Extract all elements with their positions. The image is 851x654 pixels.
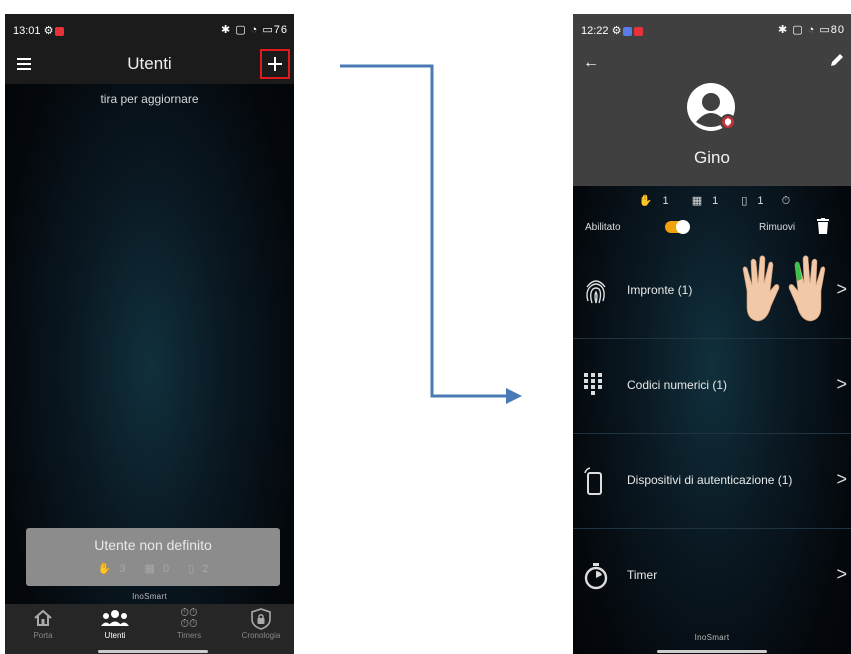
status-bar: 12:22 ⚙ ✱ ▢ ◔ ▭80 <box>573 14 851 46</box>
status-time: 12:22 ⚙ <box>581 24 644 37</box>
keypad-icon <box>583 372 609 400</box>
fingerprint-icon <box>583 277 609 305</box>
app-bar: Utenti <box>5 46 294 84</box>
menu-row-codici[interactable]: Codici numerici (1) > <box>573 338 851 434</box>
status-icons: ✱ ▢ ◔ ▭80 <box>777 24 845 36</box>
fingerprint-count: ✋ 3 <box>97 563 126 575</box>
phone-icon: ▯ <box>188 563 195 575</box>
home-indicator <box>657 650 767 653</box>
settings-status-icon: ⚙ <box>43 25 54 37</box>
menu-row-timer[interactable]: Timer > <box>573 528 851 623</box>
status-icons: ✱ ▢ ◔ ▭76 <box>220 24 288 36</box>
notification-icon <box>55 26 65 36</box>
stopwatch-icon: ⏱ <box>781 195 791 207</box>
nav-item-cronologia[interactable]: Cronologia <box>231 608 291 640</box>
profile-name: Gino <box>694 148 730 167</box>
phone-icon: ▯ <box>741 195 748 207</box>
chevron-right-icon: > <box>836 279 847 299</box>
phone-icon <box>583 467 609 495</box>
nav-label: Utenti <box>104 631 126 640</box>
users-list-screen: 13:01 ⚙ ✱ ▢ ◔ ▭76 Utenti tira per aggior… <box>5 14 294 654</box>
nav-label: Timers <box>176 631 202 640</box>
flow-arrow <box>340 64 522 404</box>
notification-icon <box>623 26 633 36</box>
remove-label: Rimuovi <box>759 222 796 233</box>
nav-label: Porta <box>33 631 53 640</box>
page-title: Utenti <box>127 54 172 73</box>
user-card-counts: ✋ 3 ▦ 0 ▯ 2 <box>26 562 280 575</box>
nav-item-timers[interactable]: ⏱⏱ ⏱⏱ Timers <box>159 607 219 641</box>
chevron-right-icon: > <box>836 469 847 489</box>
chevron-right-icon: > <box>836 374 847 394</box>
enabled-toggle[interactable] <box>665 220 690 234</box>
nav-item-utenti[interactable]: Utenti <box>85 608 145 640</box>
add-user-button[interactable] <box>260 49 290 79</box>
keypad-icon: ▦ <box>144 563 155 575</box>
code-count: ▦ 1 <box>691 195 719 207</box>
code-count: ▦ 0 <box>144 563 170 575</box>
hand-icon: ✋ <box>638 195 653 207</box>
avatar <box>686 82 736 132</box>
user-card[interactable]: Utente non definito ✋ 3 ▦ 0 ▯ 2 <box>26 528 280 586</box>
menu-row-label: Timer <box>627 568 658 582</box>
timers-icon: ⏱⏱ ⏱⏱ <box>180 607 198 630</box>
stopwatch-icon <box>583 562 609 590</box>
notification-icon <box>634 26 644 36</box>
brand-logo: InoSmart <box>132 592 167 601</box>
menu-row-dispositivi[interactable]: Dispositivi di autenticazione (1) > <box>573 433 851 529</box>
enabled-label: Abilitato <box>585 222 621 233</box>
fingerprint-count: ✋ 1 <box>638 195 669 207</box>
settings-status-icon: ⚙ <box>611 25 622 37</box>
nav-item-porta[interactable]: Porta <box>13 608 73 640</box>
status-time: 13:01 ⚙ <box>13 24 65 37</box>
user-detail-screen: 12:22 ⚙ ✱ ▢ ◔ ▭80 ← Gino ✋ 1 ▦ 1 ▯ 1 ⏱ Abil… <box>573 14 851 654</box>
edit-pencil-icon[interactable] <box>829 52 845 73</box>
back-arrow-icon[interactable]: ← <box>583 54 599 72</box>
device-count: ▯ 1 <box>741 195 764 207</box>
keypad-icon: ▦ <box>691 195 703 207</box>
brand-logo: InoSmart <box>694 633 730 642</box>
home-indicator <box>98 650 208 653</box>
status-bar: 13:01 ⚙ ✱ ▢ ◔ ▭76 <box>5 14 294 46</box>
nav-label: Cronologia <box>241 631 281 640</box>
home-icon <box>13 608 73 630</box>
credential-counts: ✋ 1 ▦ 1 ▯ 1 ⏱ <box>573 194 851 208</box>
hands-fingers-icon <box>742 255 826 322</box>
hand-icon: ✋ <box>97 563 112 575</box>
users-icon <box>85 608 145 630</box>
menu-row-label: Impronte (1) <box>627 283 693 297</box>
trash-icon[interactable] <box>817 218 829 234</box>
menu-row-label: Dispositivi di autenticazione (1) <box>627 473 793 487</box>
menu-row-impronte[interactable]: Impronte (1) > <box>573 243 851 339</box>
profile-header: ← Gino <box>573 46 851 186</box>
lock-history-icon <box>231 608 291 630</box>
user-card-name: Utente non definito <box>94 537 212 553</box>
device-count: ▯ 2 <box>188 563 209 575</box>
chevron-right-icon: > <box>836 564 847 584</box>
bottom-navigation: Porta Utenti ⏱⏱ ⏱⏱ Timers Cronologia <box>5 604 294 654</box>
menu-row-label: Codici numerici (1) <box>627 378 728 392</box>
pull-to-refresh-hint: tira per aggiornare <box>100 92 199 106</box>
